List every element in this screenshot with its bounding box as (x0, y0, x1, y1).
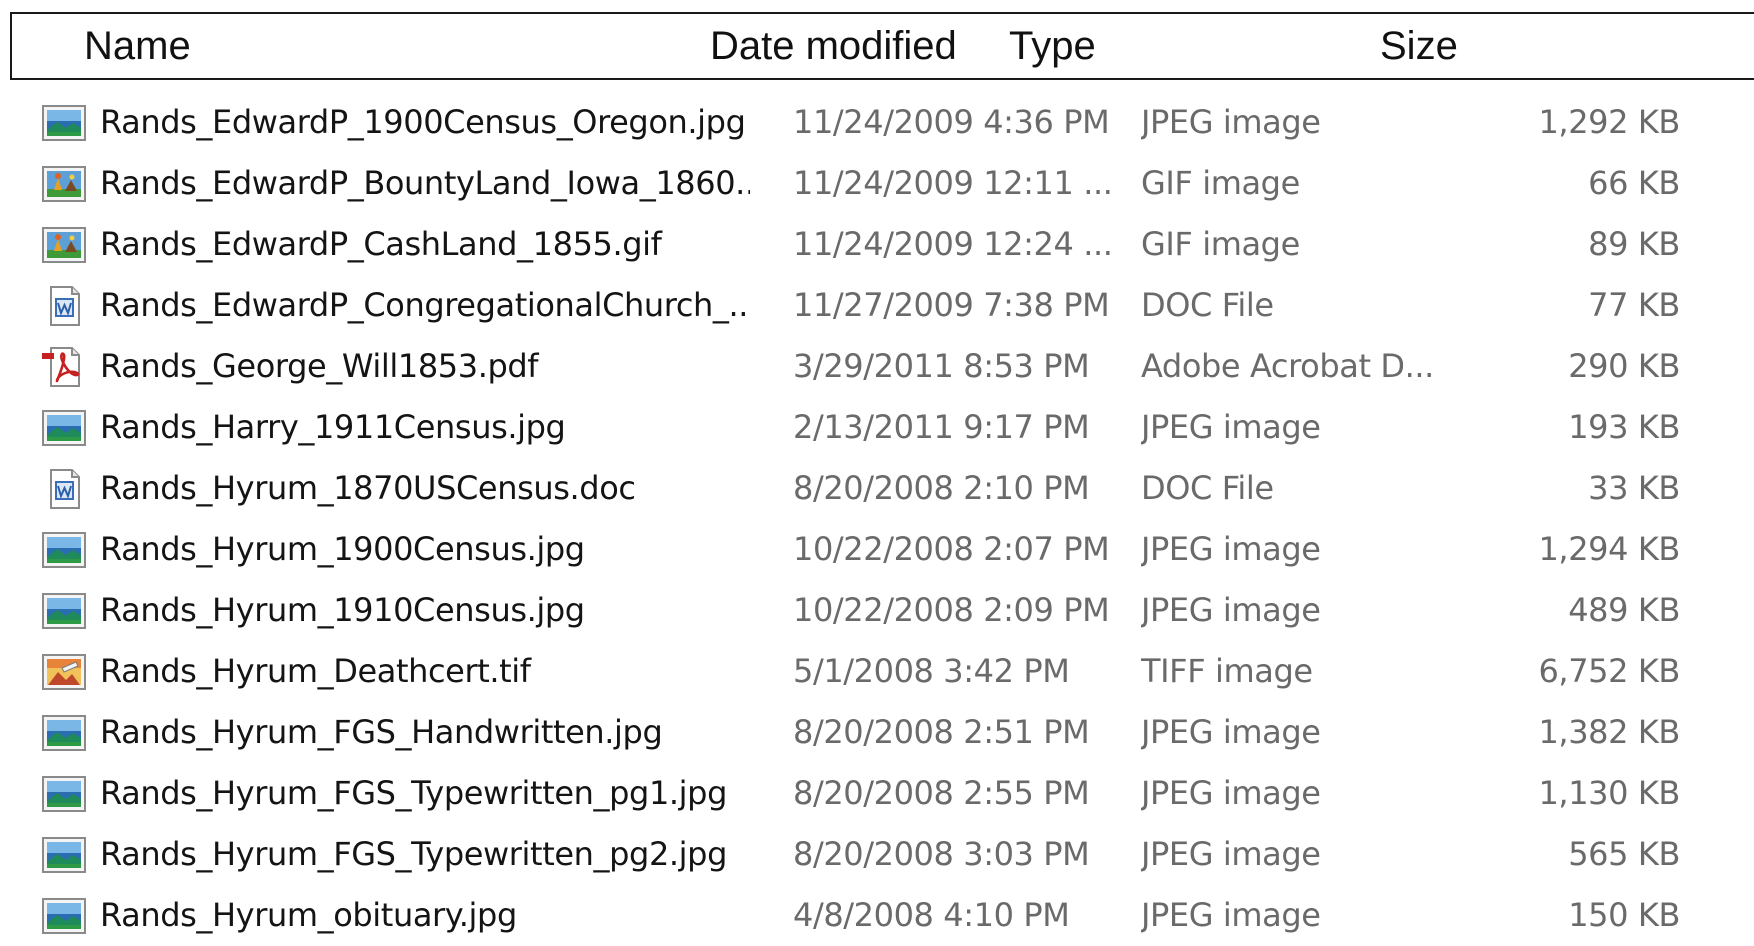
file-type: JPEG image (1141, 591, 1321, 629)
file-row[interactable]: Rands_Hyrum_FGS_Typewritten_pg2.jpg 8/20… (0, 824, 1754, 885)
file-date-modified: 8/20/2008 3:03 PM (793, 835, 1090, 873)
column-header-type[interactable]: Type (1009, 14, 1096, 78)
file-date-modified: 8/20/2008 2:51 PM (793, 713, 1090, 751)
jpeg-image-icon (42, 103, 88, 143)
file-size: 1,130 KB (1538, 774, 1680, 812)
file-date-modified: 8/20/2008 2:10 PM (793, 469, 1090, 507)
pdf-file-icon (42, 347, 88, 387)
file-date-modified: 11/24/2009 12:24 ... (793, 225, 1113, 263)
file-name: Rands_George_Will1853.pdf (100, 347, 539, 385)
file-size: 6,752 KB (1538, 652, 1680, 690)
gif-image-icon (42, 225, 88, 265)
file-type: JPEG image (1141, 835, 1321, 873)
file-size: 89 KB (1588, 225, 1680, 263)
file-name: Rands_Hyrum_Deathcert.tif (100, 652, 531, 690)
jpeg-image-icon (42, 713, 88, 753)
file-type: JPEG image (1141, 713, 1321, 751)
file-date-modified: 10/22/2008 2:07 PM (793, 530, 1110, 568)
jpeg-image-icon (42, 896, 88, 936)
file-row[interactable]: Rands_EdwardP_1900Census_Oregon.jpg 11/2… (0, 92, 1754, 153)
tiff-image-icon (42, 652, 88, 692)
file-size: 1,294 KB (1538, 530, 1680, 568)
file-date-modified: 5/1/2008 3:42 PM (793, 652, 1070, 690)
file-name: Rands_Hyrum_obituary.jpg (100, 896, 517, 934)
file-type: Adobe Acrobat D... (1141, 347, 1434, 385)
file-type: GIF image (1141, 164, 1300, 202)
file-type: JPEG image (1141, 408, 1321, 446)
file-name: Rands_Hyrum_1900Census.jpg (100, 530, 585, 568)
file-row[interactable]: Rands_Hyrum_FGS_Handwritten.jpg 8/20/200… (0, 702, 1754, 763)
file-row[interactable]: Rands_Hyrum_Deathcert.tif 5/1/2008 3:42 … (0, 641, 1754, 702)
file-name: Rands_EdwardP_1900Census_Oregon.jpg (100, 103, 746, 141)
file-size: 565 KB (1568, 835, 1680, 873)
file-row[interactable]: Rands_Harry_1911Census.jpg 2/13/2011 9:1… (0, 397, 1754, 458)
file-row[interactable]: Rands_EdwardP_CongregationalChurch_... 1… (0, 275, 1754, 336)
jpeg-image-icon (42, 591, 88, 631)
file-date-modified: 2/13/2011 9:17 PM (793, 408, 1090, 446)
file-date-modified: 11/24/2009 12:11 ... (793, 164, 1113, 202)
file-size: 1,382 KB (1538, 713, 1680, 751)
file-size: 66 KB (1588, 164, 1680, 202)
file-type: TIFF image (1141, 652, 1313, 690)
file-date-modified: 11/27/2009 7:38 PM (793, 286, 1110, 324)
file-date-modified: 3/29/2011 8:53 PM (793, 347, 1090, 385)
file-row[interactable]: Rands_George_Will1853.pdf 3/29/2011 8:53… (0, 336, 1754, 397)
file-name: Rands_Harry_1911Census.jpg (100, 408, 566, 446)
file-type: DOC File (1141, 286, 1274, 324)
file-row[interactable]: Rands_Hyrum_1870USCensus.doc 8/20/2008 2… (0, 458, 1754, 519)
file-date-modified: 8/20/2008 2:55 PM (793, 774, 1090, 812)
file-name: Rands_Hyrum_FGS_Typewritten_pg2.jpg (100, 835, 727, 873)
file-row[interactable]: Rands_Hyrum_1910Census.jpg 10/22/2008 2:… (0, 580, 1754, 641)
file-size: 193 KB (1568, 408, 1680, 446)
file-row[interactable]: Rands_Hyrum_obituary.jpg 4/8/2008 4:10 P… (0, 885, 1754, 946)
file-name: Rands_Hyrum_FGS_Typewritten_pg1.jpg (100, 774, 727, 812)
file-size: 489 KB (1568, 591, 1680, 629)
file-name: Rands_Hyrum_1910Census.jpg (100, 591, 585, 629)
jpeg-image-icon (42, 774, 88, 814)
file-name: Rands_EdwardP_BountyLand_Iowa_1860.... (100, 164, 750, 202)
column-header-date-modified[interactable]: Date modified (710, 14, 957, 78)
file-row[interactable]: Rands_Hyrum_FGS_Typewritten_pg1.jpg 8/20… (0, 763, 1754, 824)
file-size: 77 KB (1588, 286, 1680, 324)
file-size: 150 KB (1568, 896, 1680, 934)
file-size: 1,292 KB (1538, 103, 1680, 141)
file-type: DOC File (1141, 469, 1274, 507)
file-type: GIF image (1141, 225, 1300, 263)
file-list: Rands_EdwardP_1900Census_Oregon.jpg 11/2… (0, 92, 1754, 946)
file-name: Rands_Hyrum_1870USCensus.doc (100, 469, 636, 507)
file-date-modified: 4/8/2008 4:10 PM (793, 896, 1070, 934)
file-name: Rands_EdwardP_CashLand_1855.gif (100, 225, 662, 263)
file-type: JPEG image (1141, 530, 1321, 568)
file-type: JPEG image (1141, 103, 1321, 141)
file-name: Rands_EdwardP_CongregationalChurch_... (100, 286, 750, 324)
column-header-name[interactable]: Name (84, 14, 191, 78)
jpeg-image-icon (42, 835, 88, 875)
file-size: 33 KB (1588, 469, 1680, 507)
jpeg-image-icon (42, 408, 88, 448)
file-type: JPEG image (1141, 774, 1321, 812)
column-header-size[interactable]: Size (1380, 14, 1458, 78)
file-size: 290 KB (1568, 347, 1680, 385)
file-row[interactable]: Rands_Hyrum_1900Census.jpg 10/22/2008 2:… (0, 519, 1754, 580)
column-header-bar: Name Date modified Type Size (10, 12, 1754, 80)
doc-file-icon (42, 286, 88, 326)
jpeg-image-icon (42, 530, 88, 570)
file-row[interactable]: Rands_EdwardP_BountyLand_Iowa_1860.... 1… (0, 153, 1754, 214)
file-type: JPEG image (1141, 896, 1321, 934)
file-date-modified: 10/22/2008 2:09 PM (793, 591, 1110, 629)
doc-file-icon (42, 469, 88, 509)
file-name: Rands_Hyrum_FGS_Handwritten.jpg (100, 713, 663, 751)
file-row[interactable]: Rands_EdwardP_CashLand_1855.gif 11/24/20… (0, 214, 1754, 275)
gif-image-icon (42, 164, 88, 204)
file-date-modified: 11/24/2009 4:36 PM (793, 103, 1110, 141)
